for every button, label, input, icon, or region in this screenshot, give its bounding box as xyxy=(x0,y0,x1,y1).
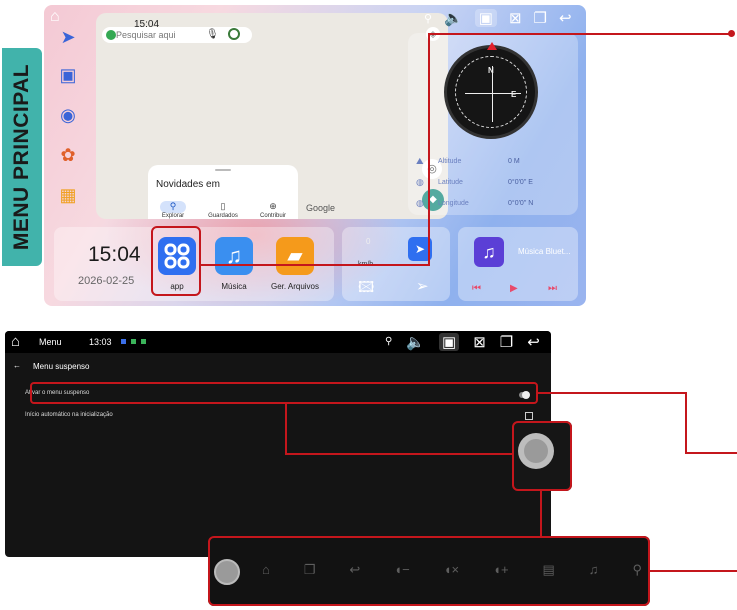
home-icon[interactable]: ⌂ xyxy=(11,333,20,350)
system-status-bar: ⚲ 🔈 ▣ ⊠ ❐ ↩ xyxy=(424,7,572,29)
music-label: Música xyxy=(221,282,247,291)
floating-ball-highlight xyxy=(512,421,572,491)
callout-line xyxy=(538,392,686,394)
floating-menu-settings-screenshot: ⌂ Menu 13:03 ⚲ 🔈 ▣ ⊠ ❐ ↩ ← Menu suspenso… xyxy=(5,331,551,557)
callout-line xyxy=(428,33,731,35)
main-menu-screenshot: ⌂ ➤ ▣ ◉ ✿ ▦ 15:04 Pesquisar aqui 🎙 ◈ Nov… xyxy=(44,5,586,306)
location-pin-icon: ⚲ xyxy=(160,201,186,213)
system-icons: ⚲ 🔈 ▣ ⊠ ❐ ↩ xyxy=(385,333,540,351)
file-manager-label: Ger. Arquivos xyxy=(270,282,320,291)
game-icon[interactable]: ◉ xyxy=(56,103,80,127)
map-widget[interactable]: 15:04 Pesquisar aqui 🎙 ◈ Novidades em ⚲E… xyxy=(96,13,448,219)
autostart-checkbox[interactable] xyxy=(525,412,533,420)
latitude-icon: ◍ xyxy=(416,177,424,187)
sub-header: ← Menu suspenso xyxy=(5,357,551,377)
speed-value: 0 xyxy=(366,237,371,246)
setting-row-autostart[interactable]: Início automático na inicialização xyxy=(25,412,113,418)
folder-icon[interactable]: ▰ xyxy=(276,237,314,275)
news-panel[interactable]: Novidades em ⚲ Explorar ▯ Guardados ⊕ Contr… xyxy=(148,165,298,219)
callout-dot xyxy=(728,30,735,37)
mountain-icon: ⛰ xyxy=(416,156,424,166)
setting-highlight-box xyxy=(30,382,538,404)
latitude-row: ◍ Latitude 0°0'0" E xyxy=(416,177,533,187)
location-icon: ⚲ xyxy=(385,336,393,347)
previous-icon[interactable]: ⏮ xyxy=(472,283,481,294)
clock-date: 2026-02-25 xyxy=(78,275,135,287)
music-card[interactable]: ♫ Música Bluet... ⏮ ▶ ⏭ xyxy=(458,227,578,301)
bookmark-icon: ▯ xyxy=(220,201,226,211)
callout-line xyxy=(428,33,430,266)
clock-time: 15:04 xyxy=(88,243,141,266)
volume-icon[interactable]: 🔈 xyxy=(444,9,463,27)
longitude-row: ◍ Longitude 0°0'0" N xyxy=(416,198,534,208)
music-title: Música Bluet... xyxy=(518,247,571,256)
screenshot-icon[interactable]: ▣ xyxy=(439,333,460,351)
music-note-icon[interactable]: ♫ xyxy=(215,237,253,275)
app-highlight-box xyxy=(151,226,201,296)
callout-line xyxy=(285,404,287,454)
add-icon: ⊕ xyxy=(269,201,277,211)
send-icon[interactable]: ➢ xyxy=(416,277,429,295)
location-icon: ⚲ xyxy=(424,12,433,25)
recent-apps-icon[interactable]: ❐ xyxy=(534,9,547,27)
longitude-icon: ◍ xyxy=(416,198,424,208)
apps-icon[interactable]: ▦ xyxy=(56,183,80,207)
callout-line xyxy=(685,392,687,453)
status-bar: ⌂ Menu 13:03 ⚲ 🔈 ▣ ⊠ ❐ ↩ xyxy=(5,331,551,353)
navigation-arrow-icon[interactable]: ➤ xyxy=(56,25,80,49)
callout-line xyxy=(201,264,430,266)
close-app-icon[interactable]: ⊠ xyxy=(473,333,486,351)
play-icon[interactable]: ▶ xyxy=(510,283,518,294)
bluetooth-music-icon: ♫ xyxy=(474,237,504,267)
tab-explore[interactable]: ⚲ Explorar xyxy=(149,201,197,219)
east-label: E xyxy=(511,90,517,99)
settings-icon[interactable]: ✿ xyxy=(56,143,80,167)
screenshot-icon[interactable]: ▣ xyxy=(474,9,497,27)
back-icon[interactable]: ↩ xyxy=(559,9,572,27)
page-title: Menu suspenso xyxy=(33,362,90,371)
side-label: MENU PRINCIPAL xyxy=(10,63,33,251)
compass-dial: N E xyxy=(444,42,538,139)
altitude-row: ⛰ Altitude 0 M xyxy=(416,156,520,166)
north-label: N xyxy=(488,66,494,75)
gallery-icon[interactable]: 🖾 xyxy=(358,277,374,302)
gallery-icon[interactable]: ▣ xyxy=(56,63,80,87)
close-app-icon[interactable]: ⊠ xyxy=(509,9,522,27)
drag-handle[interactable] xyxy=(215,169,231,171)
account-icon[interactable] xyxy=(228,28,240,40)
map-tabs: ⚲ Explorar ▯ Guardados ⊕ Contribuir xyxy=(148,201,298,219)
volume-icon[interactable]: 🔈 xyxy=(406,333,425,351)
next-icon[interactable]: ⏭ xyxy=(548,283,557,294)
dock-highlight-box xyxy=(208,536,650,606)
news-title: Novidades em xyxy=(156,179,220,190)
search-placeholder: Pesquisar aqui xyxy=(116,30,176,40)
screen-title: Menu xyxy=(39,337,62,347)
back-arrow-icon[interactable]: ← xyxy=(13,361,21,370)
status-time: 13:03 xyxy=(89,337,112,347)
north-pointer xyxy=(487,42,497,50)
tab-saved[interactable]: ▯ Guardados xyxy=(199,201,247,219)
map-pin-icon xyxy=(106,30,116,40)
compass-widget[interactable]: N E ⛰ Altitude 0 M ◍ Latitude 0°0'0" E ◍… xyxy=(408,33,578,215)
callout-line xyxy=(685,452,737,454)
google-logo: Google xyxy=(306,203,336,213)
tab-contribute[interactable]: ⊕ Contribuir xyxy=(249,201,297,219)
microphone-icon[interactable]: 🎙 xyxy=(206,29,219,40)
back-icon[interactable]: ↩ xyxy=(527,333,540,351)
callout-line xyxy=(540,491,542,536)
recent-apps-icon[interactable]: ❐ xyxy=(500,333,513,351)
callout-line xyxy=(285,453,513,455)
callout-line xyxy=(650,570,737,572)
